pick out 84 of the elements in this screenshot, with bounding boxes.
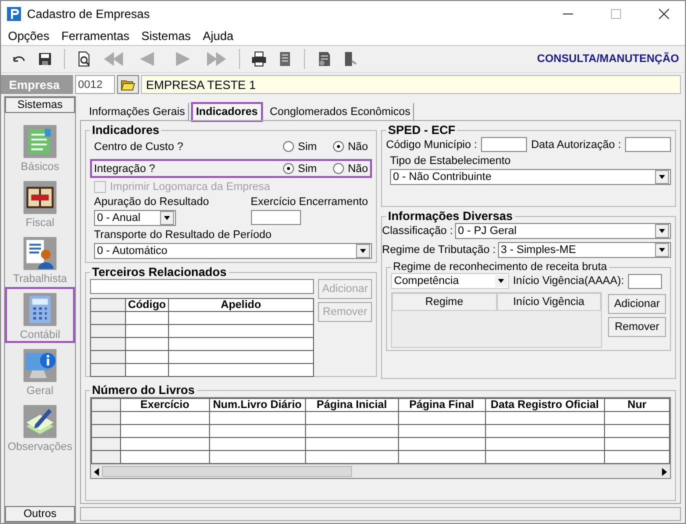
dropdown[interactable]: Competência <box>391 273 509 289</box>
radio-label: Não <box>348 140 368 152</box>
group-title: Número do Livros <box>91 383 196 397</box>
field-label: Início Vigência(AAAA): <box>513 275 624 287</box>
radio-button[interactable] <box>332 163 344 174</box>
window-title: Cadastro de Empresas <box>27 7 150 21</box>
menu-item[interactable]: Ajuda <box>202 29 234 43</box>
field-label: Apuração do Resultado <box>94 196 209 208</box>
menu-item[interactable]: Opções <box>8 29 50 43</box>
radio-button[interactable] <box>282 163 294 174</box>
field-label: Integração ? <box>94 162 156 174</box>
dropdown[interactable]: 0 - Anual <box>94 210 176 226</box>
sidebar-item-label: Contábil <box>20 329 60 341</box>
print-icon[interactable] <box>251 51 267 67</box>
mode-label: CONSULTA/MANUTENÇÃO <box>537 53 679 65</box>
dropdown[interactable]: 3 - Simples-ME <box>498 242 671 258</box>
book-icon <box>23 181 57 214</box>
column-header[interactable]: Regime <box>392 293 496 311</box>
menu-item[interactable]: Sistemas <box>141 29 191 43</box>
group-title: Indicadores <box>91 123 160 137</box>
field-label: Regime de Tributação : <box>382 244 496 256</box>
column-header[interactable]: Página Inicial <box>305 398 398 412</box>
field-label: Exercício Encerramento <box>250 196 368 208</box>
radio-button[interactable] <box>332 141 344 152</box>
dropdown[interactable]: 0 - Automático <box>94 243 372 259</box>
sidebar-item-label: Trabalhista <box>12 273 67 285</box>
grid-button[interactable]: Remover <box>608 317 666 337</box>
sidebar-item-label: Fiscal <box>26 217 54 229</box>
sidebar-footer[interactable]: Outros <box>5 506 75 522</box>
tab[interactable]: Indicadores <box>190 102 263 122</box>
input-field[interactable] <box>481 137 528 152</box>
group-title: SPED - ECF <box>387 123 456 137</box>
sidebar-item-label: Geral <box>26 385 54 397</box>
company-name-field[interactable]: EMPRESA TESTE 1 <box>141 75 681 94</box>
exit-icon[interactable] <box>342 51 358 67</box>
sidebar-item-label: Básicos <box>20 161 60 173</box>
checkbox-label: Imprimir Logomarca da Empresa <box>110 181 270 193</box>
radio-label: Sim <box>298 162 317 174</box>
form-icon <box>23 125 57 158</box>
preview-icon[interactable] <box>76 51 92 67</box>
column-header[interactable]: Código <box>126 298 168 312</box>
tab[interactable]: Conglomerados Econômicos <box>264 102 414 122</box>
field-label: Código Município : <box>386 138 478 150</box>
input-field[interactable] <box>90 279 314 294</box>
field-label: Centro de Custo ? <box>94 140 184 152</box>
menu-item[interactable]: Ferramentas <box>61 29 130 43</box>
field-label: Data Autorização : <box>531 138 621 150</box>
computer-info-icon <box>23 349 57 382</box>
column-header[interactable]: Num.Livro Diário <box>209 398 306 412</box>
group-title: Informações Diversas <box>387 209 514 223</box>
calculator-icon <box>23 293 57 326</box>
group-title: Terceiros Relacionados <box>91 265 228 279</box>
save-icon[interactable] <box>37 51 53 67</box>
grid-button[interactable]: Adicionar <box>608 294 666 314</box>
dropdown[interactable]: 0 - PJ Geral <box>454 223 671 239</box>
column-header[interactable]: Início Vigência <box>496 293 601 311</box>
company-code-field[interactable]: 0012 <box>75 75 115 94</box>
column-header[interactable]: Exercício <box>120 398 210 412</box>
radio-label: Sim <box>298 140 317 152</box>
open-folder-button[interactable] <box>117 75 139 94</box>
column-header[interactable]: Apelido <box>168 298 314 312</box>
input-field[interactable] <box>628 274 662 288</box>
dropdown[interactable]: 0 - Não Contribuinte <box>390 169 671 185</box>
field-label: Transporte do Resultado de Período <box>94 229 273 241</box>
radio-label: Não <box>348 162 368 174</box>
sidebar-item-label: Observações <box>8 441 72 453</box>
column-header[interactable]: Nur <box>604 398 670 412</box>
field-label: Tipo de Estabelecimento <box>390 155 512 167</box>
empresa-label: Empresa <box>1 75 73 94</box>
report-icon[interactable] <box>277 51 293 67</box>
group-title: Regime de reconhecimento de receita bruta <box>392 261 608 273</box>
horizontal-scrollbar[interactable] <box>91 464 670 478</box>
sidebar-header[interactable]: Sistemas <box>5 97 75 113</box>
tab[interactable]: Informações Gerais <box>84 102 189 122</box>
field-label: Classificação : <box>382 225 453 237</box>
pencil-note-icon <box>23 405 57 438</box>
person-document-icon <box>23 237 57 270</box>
input-field[interactable] <box>250 210 301 225</box>
input-field[interactable] <box>625 137 671 152</box>
document-icon[interactable] <box>316 51 332 67</box>
column-header[interactable]: Página Final <box>398 398 486 412</box>
app-icon <box>7 7 21 21</box>
radio-button[interactable] <box>282 141 294 152</box>
column-header[interactable]: Data Registro Oficial <box>485 398 604 412</box>
